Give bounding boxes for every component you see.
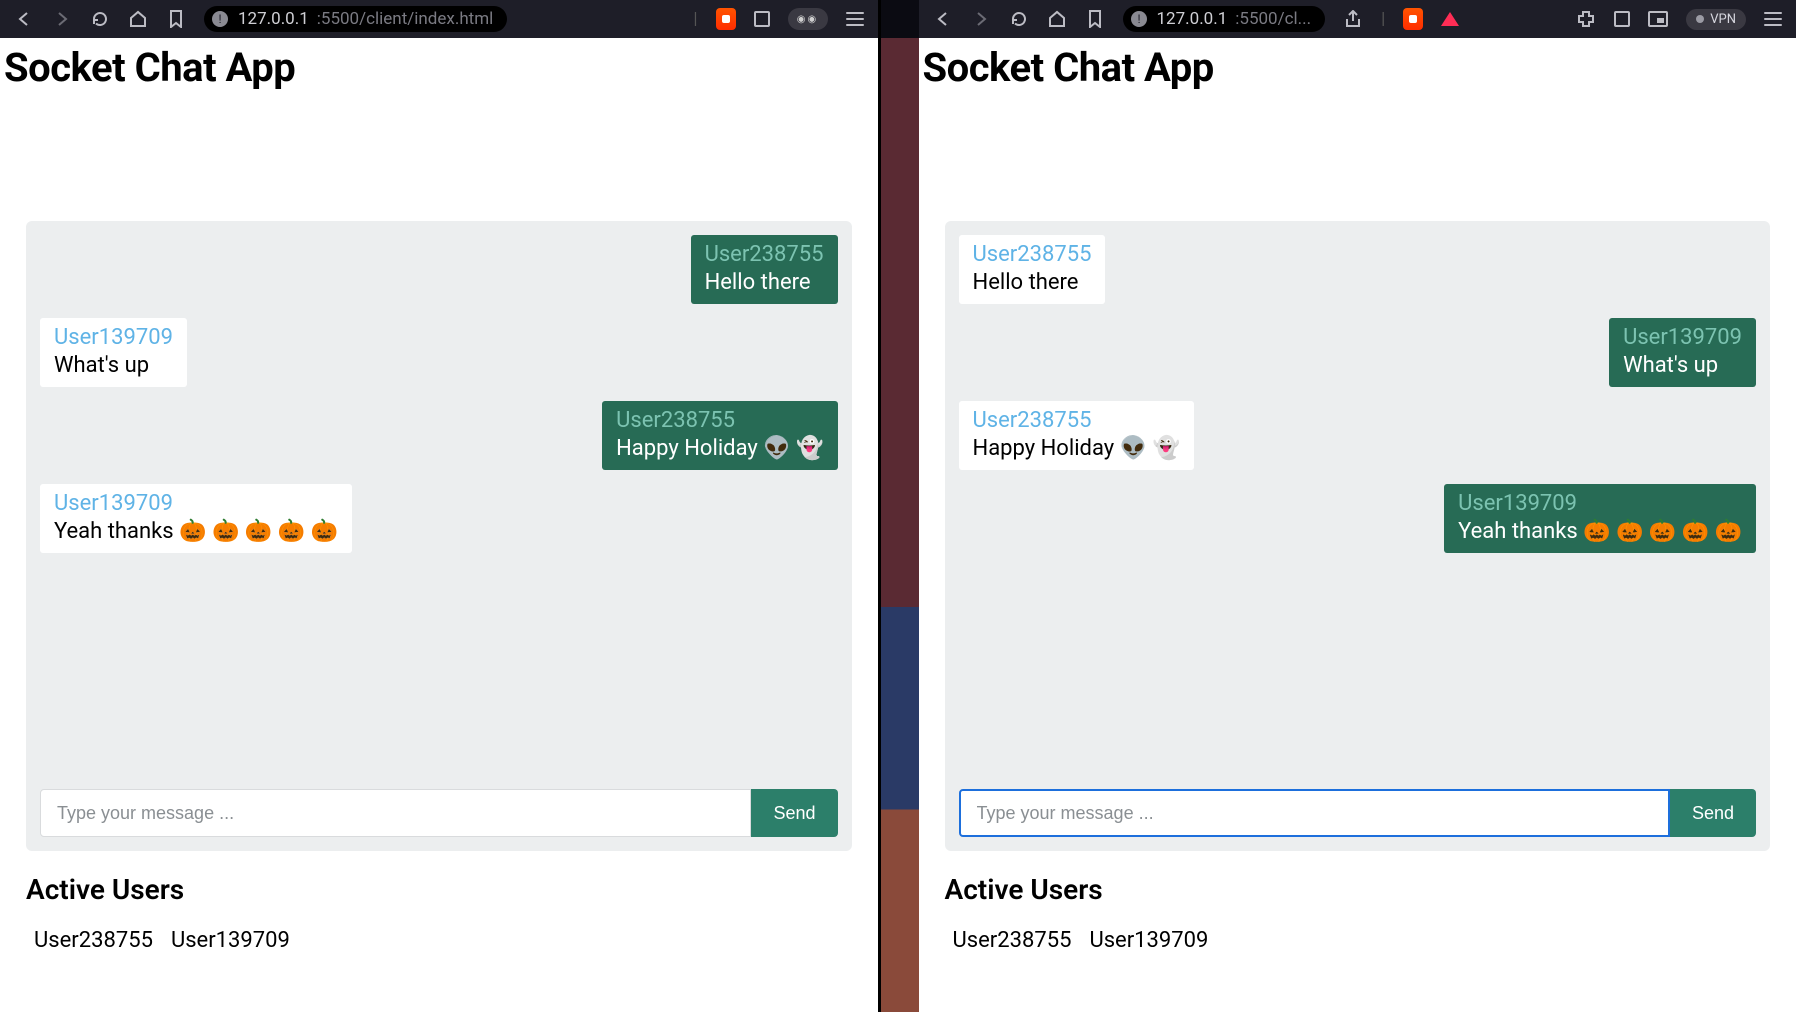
browser-toolbar: ! 127.0.0.1 :5500/cl... | VPN	[919, 0, 1796, 38]
send-button[interactable]: Send	[751, 789, 837, 837]
message-input-row: Send	[959, 789, 1757, 837]
reader-mode-icon[interactable]	[788, 8, 828, 30]
message-input[interactable]	[40, 789, 751, 837]
message-text: Hello there	[705, 270, 811, 295]
message-username: User139709	[54, 324, 173, 352]
share-icon[interactable]	[1343, 9, 1363, 29]
send-button[interactable]: Send	[1670, 789, 1756, 837]
window-gap	[881, 0, 919, 1012]
nav-home-icon[interactable]	[1047, 9, 1067, 29]
chat-message: User139709 Yeah thanks 🎃 🎃 🎃 🎃 🎃	[1444, 484, 1756, 553]
message-username: User139709	[1623, 324, 1742, 352]
toolbar-separator: |	[1381, 9, 1385, 29]
chat-message: User238755 Happy Holiday 👽 👻	[959, 401, 1194, 470]
url-host: 127.0.0.1	[1157, 9, 1228, 29]
message-text: What's up	[54, 353, 149, 378]
active-user-item: User139709	[171, 928, 290, 953]
message-input[interactable]	[959, 789, 1670, 837]
address-bar[interactable]: ! 127.0.0.1 :5500/cl...	[1123, 6, 1326, 32]
active-users-heading: Active Users	[26, 873, 852, 906]
chat-page: Socket Chat App User238755 Hello there U…	[919, 38, 1796, 1012]
vpn-badge[interactable]: VPN	[1686, 9, 1746, 30]
message-text: Yeah thanks 🎃 🎃 🎃 🎃 🎃	[1458, 519, 1742, 544]
page-title: Socket Chat App	[0, 38, 878, 91]
sidebar-toggle-icon[interactable]	[754, 11, 770, 27]
active-users-heading: Active Users	[945, 873, 1771, 906]
browser-window-left: ! 127.0.0.1 :5500/client/index.html | Soc…	[0, 0, 881, 1012]
page-title: Socket Chat App	[919, 38, 1796, 91]
extensions-icon[interactable]	[1576, 9, 1596, 29]
url-host: 127.0.0.1	[238, 9, 309, 29]
bookmark-icon[interactable]	[166, 9, 186, 29]
message-username: User238755	[973, 241, 1092, 269]
message-username: User139709	[1458, 490, 1742, 518]
active-user-item: User238755	[34, 928, 153, 953]
nav-back-icon[interactable]	[933, 9, 953, 29]
chat-message: User238755 Hello there	[691, 235, 838, 304]
sidebar-toggle-icon[interactable]	[1614, 11, 1630, 27]
nav-forward-icon[interactable]	[971, 9, 991, 29]
message-username: User139709	[54, 490, 338, 518]
message-text: Happy Holiday 👽 👻	[973, 436, 1180, 461]
active-user-item: User139709	[1089, 928, 1208, 953]
address-bar[interactable]: ! 127.0.0.1 :5500/client/index.html	[204, 6, 507, 32]
svg-text:!: !	[1137, 12, 1140, 26]
message-list: User238755 Hello there User139709 What's…	[40, 235, 838, 777]
active-users-list: User238755 User139709	[26, 928, 852, 953]
chat-panel: User238755 Hello there User139709 What's…	[26, 221, 852, 851]
brave-shield-icon[interactable]	[716, 8, 736, 30]
nav-back-icon[interactable]	[14, 9, 34, 29]
message-text: What's up	[1623, 353, 1718, 378]
nav-reload-icon[interactable]	[90, 9, 110, 29]
url-path: :5500/client/index.html	[317, 9, 494, 29]
nav-reload-icon[interactable]	[1009, 9, 1029, 29]
brave-shield-icon[interactable]	[1403, 8, 1423, 30]
message-text: Yeah thanks 🎃 🎃 🎃 🎃 🎃	[54, 519, 338, 544]
brave-rewards-icon[interactable]	[1441, 12, 1459, 26]
nav-forward-icon[interactable]	[52, 9, 72, 29]
chat-message: User238755 Happy Holiday 👽 👻	[602, 401, 837, 470]
message-list: User238755 Hello there User139709 What's…	[959, 235, 1757, 777]
site-info-icon[interactable]: !	[1129, 9, 1149, 29]
pip-icon[interactable]	[1648, 11, 1668, 27]
chat-message: User139709 What's up	[40, 318, 187, 387]
bookmark-icon[interactable]	[1085, 9, 1105, 29]
message-text: Hello there	[973, 270, 1079, 295]
active-users-section: Active Users User238755 User139709	[0, 851, 878, 953]
menu-icon[interactable]	[1764, 12, 1782, 26]
message-text: Happy Holiday 👽 👻	[616, 436, 823, 461]
message-username: User238755	[973, 407, 1180, 435]
active-user-item: User238755	[953, 928, 1072, 953]
message-input-row: Send	[40, 789, 838, 837]
active-users-section: Active Users User238755 User139709	[919, 851, 1796, 953]
chat-panel: User238755 Hello there User139709 What's…	[945, 221, 1771, 851]
toolbar-separator: |	[693, 9, 697, 29]
chat-message: User238755 Hello there	[959, 235, 1106, 304]
chat-page: Socket Chat App User238755 Hello there U…	[0, 38, 878, 1012]
chat-message: User139709 What's up	[1609, 318, 1756, 387]
svg-text:!: !	[218, 12, 221, 26]
nav-home-icon[interactable]	[128, 9, 148, 29]
browser-window-right: ! 127.0.0.1 :5500/cl... | VPN Socket Chat…	[919, 0, 1796, 1012]
active-users-list: User238755 User139709	[945, 928, 1771, 953]
menu-icon[interactable]	[846, 12, 864, 26]
chat-message: User139709 Yeah thanks 🎃 🎃 🎃 🎃 🎃	[40, 484, 352, 553]
url-path: :5500/cl...	[1235, 9, 1311, 29]
site-info-icon[interactable]: !	[210, 9, 230, 29]
browser-toolbar: ! 127.0.0.1 :5500/client/index.html |	[0, 0, 878, 38]
message-username: User238755	[616, 407, 823, 435]
message-username: User238755	[705, 241, 824, 269]
